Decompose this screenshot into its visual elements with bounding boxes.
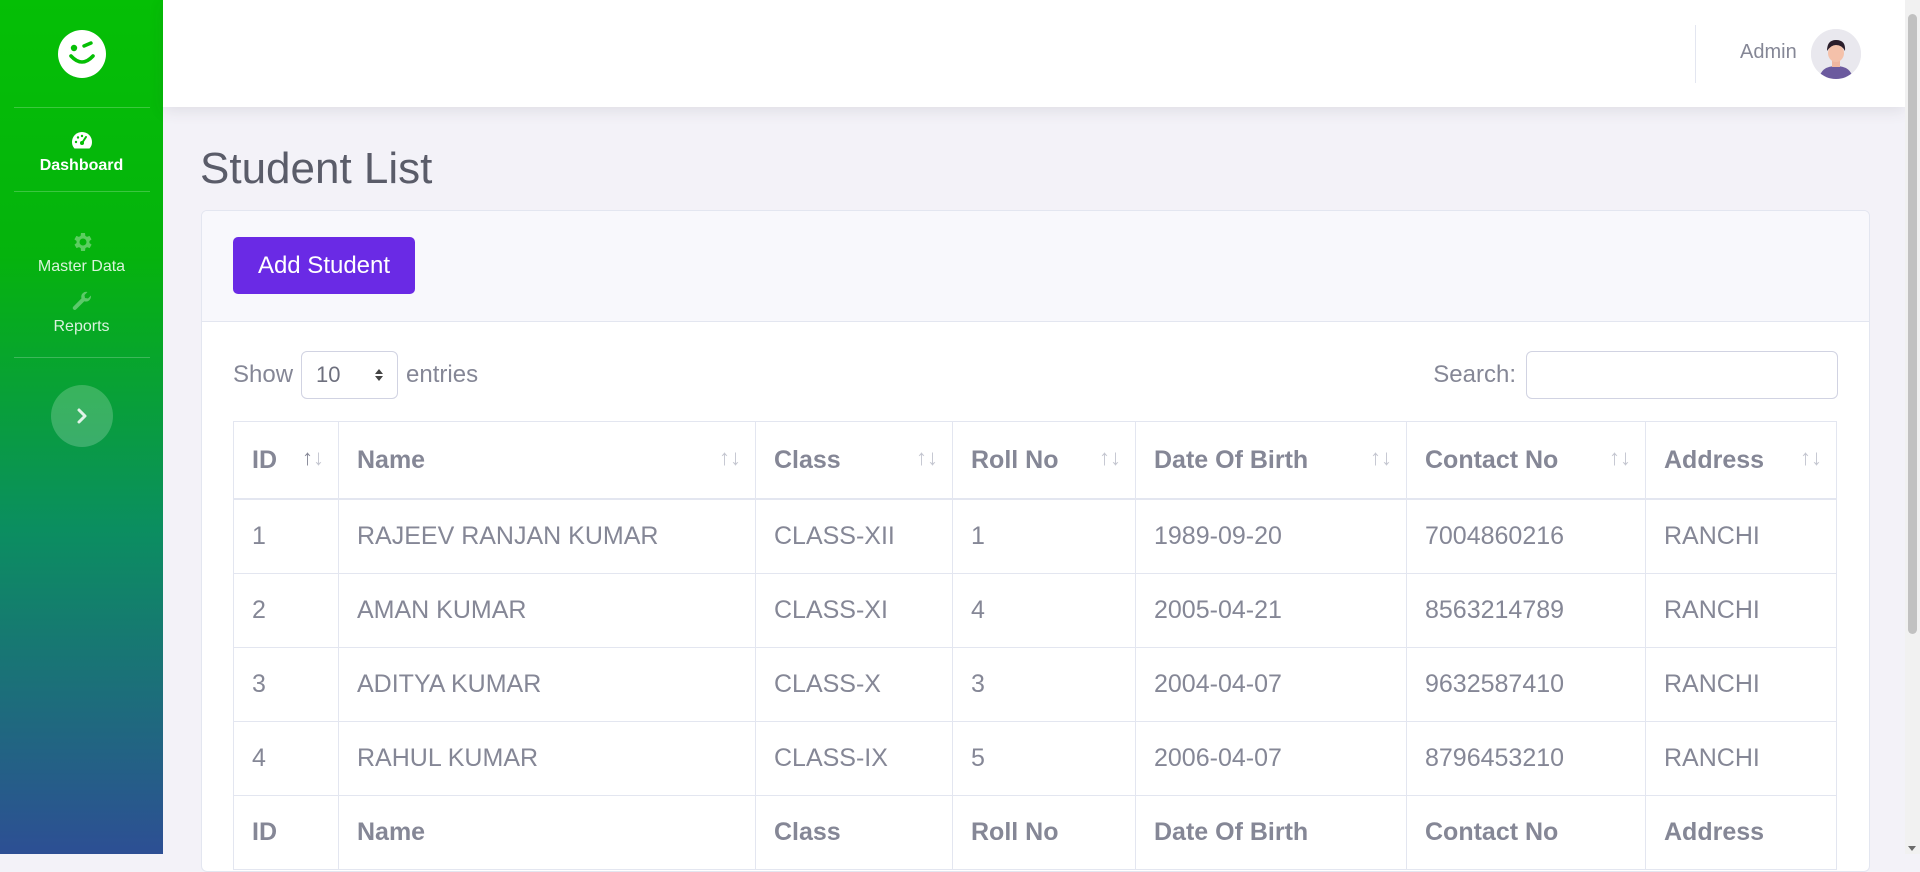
sort-icon: ↑ ↓ — [719, 445, 741, 470]
cell-name: AMAN KUMAR — [338, 573, 756, 648]
page-length-value: 10 — [316, 362, 341, 387]
table-row: 4 RAHUL KUMAR CLASS-IX 5 2006-04-07 8796… — [233, 721, 1837, 796]
cell-name: RAJEEV RANJAN KUMAR — [338, 498, 756, 574]
cell-contact-no: 8796453210 — [1406, 721, 1646, 796]
cell-roll-no: 1 — [952, 498, 1136, 574]
sidebar: Dashboard Master Data Reports — [0, 0, 163, 854]
footer-id: ID — [233, 795, 339, 870]
cell-address: RANCHI — [1645, 647, 1837, 722]
table-row: 1 RAJEEV RANJAN KUMAR CLASS-XII 1 1989-0… — [233, 498, 1837, 574]
card-header: Add Student — [202, 211, 1869, 322]
sort-icon: ↑ ↓ — [1609, 445, 1631, 470]
search-input[interactable] — [1526, 351, 1838, 399]
cell-contact-no: 7004860216 — [1406, 498, 1646, 574]
topbar-divider — [1695, 25, 1696, 83]
chevron-right-icon — [77, 408, 86, 424]
table-row: 2 AMAN KUMAR CLASS-XI 4 2005-04-21 85632… — [233, 573, 1837, 648]
sidebar-divider — [13, 357, 150, 358]
page-scrollbar[interactable] — [1905, 0, 1920, 854]
cell-address: RANCHI — [1645, 573, 1837, 648]
select-arrows-icon — [375, 369, 384, 381]
search-label: Search: — [1433, 361, 1516, 388]
footer-roll-no: Roll No — [952, 795, 1136, 870]
cell-roll-no: 3 — [952, 647, 1136, 722]
cell-class: CLASS-XI — [755, 573, 953, 648]
wrench-icon — [72, 291, 91, 310]
sort-icon: ↑ ↓ — [1800, 445, 1822, 470]
student-table: ID ↑ ↓ Name ↑ ↓ Class ↑ ↓ Roll No ↑ ↓ Date Of Bi… — [233, 421, 1837, 870]
cell-name: ADITYA KUMAR — [338, 647, 756, 722]
table-footer-row: ID Name Class Roll No Date Of Birth Cont… — [233, 795, 1837, 870]
sidebar-item-reports[interactable]: Reports — [0, 290, 163, 357]
column-header-name[interactable]: Name ↑ ↓ — [338, 421, 756, 500]
sidebar-item-label: Master Data — [37, 258, 126, 275]
cell-address: RANCHI — [1645, 498, 1837, 574]
cell-id: 3 — [233, 647, 339, 722]
cell-date-of-birth: 2006-04-07 — [1135, 721, 1407, 796]
student-list-card: Add Student Show 10 entries Search: ID ↑ ↓… — [201, 210, 1870, 872]
cell-name: RAHUL KUMAR — [338, 721, 756, 796]
cell-date-of-birth: 1989-09-20 — [1135, 498, 1407, 574]
cell-class: CLASS-XII — [755, 498, 953, 574]
sidebar-item-master-data[interactable]: Master Data — [0, 192, 163, 290]
column-header-date-of-birth[interactable]: Date Of Birth ↑ ↓ — [1135, 421, 1407, 500]
table-header-row: ID ↑ ↓ Name ↑ ↓ Class ↑ ↓ Roll No ↑ ↓ Date Of Bi… — [233, 421, 1837, 500]
footer-date-of-birth: Date Of Birth — [1135, 795, 1407, 870]
column-header-id[interactable]: ID ↑ ↓ — [233, 421, 339, 500]
footer-address: Address — [1645, 795, 1837, 870]
scroll-down-arrow-icon[interactable] — [1908, 846, 1916, 851]
column-header-roll-no[interactable]: Roll No ↑ ↓ — [952, 421, 1136, 500]
cell-date-of-birth: 2004-04-07 — [1135, 647, 1407, 722]
footer-name: Name — [338, 795, 756, 870]
sidebar-toggle-button[interactable] — [50, 385, 113, 447]
column-header-class[interactable]: Class ↑ ↓ — [755, 421, 953, 500]
cell-id: 4 — [233, 721, 339, 796]
table-row: 3 ADITYA KUMAR CLASS-X 3 2004-04-07 9632… — [233, 647, 1837, 722]
cell-contact-no: 8563214789 — [1406, 573, 1646, 648]
page-length-select[interactable]: 10 — [301, 351, 399, 399]
avatar[interactable] — [1811, 29, 1861, 79]
sort-icon: ↑ ↓ — [1099, 445, 1121, 470]
gear-icon — [73, 233, 92, 251]
cell-roll-no: 5 — [952, 721, 1136, 796]
tachometer-icon — [71, 131, 92, 148]
sidebar-item-dashboard[interactable]: Dashboard — [0, 108, 163, 191]
smiley-logo-icon — [57, 29, 106, 78]
cell-class: CLASS-IX — [755, 721, 953, 796]
cell-address: RANCHI — [1645, 721, 1837, 796]
sidebar-item-label: Dashboard — [39, 156, 124, 174]
footer-class: Class — [755, 795, 953, 870]
footer-contact-no: Contact No — [1406, 795, 1646, 870]
cell-roll-no: 4 — [952, 573, 1136, 648]
user-name[interactable]: Admin — [1740, 41, 1797, 64]
sort-icon: ↑ ↓ — [916, 445, 938, 470]
cell-class: CLASS-X — [755, 647, 953, 722]
user-avatar-icon — [1811, 29, 1861, 79]
scrollbar-thumb[interactable] — [1908, 14, 1917, 634]
sidebar-item-label: Reports — [53, 318, 110, 335]
topbar: Admin — [163, 0, 1905, 107]
sort-icon: ↑ ↓ — [1370, 445, 1392, 470]
page-length-control: Show 10 entries — [233, 351, 478, 399]
entries-label: entries — [406, 361, 479, 388]
column-header-address[interactable]: Address ↑ ↓ — [1645, 421, 1837, 500]
cell-id: 1 — [233, 498, 339, 574]
cell-date-of-birth: 2005-04-21 — [1135, 573, 1407, 648]
cell-contact-no: 9632587410 — [1406, 647, 1646, 722]
add-student-button[interactable]: Add Student — [233, 237, 415, 294]
sort-asc-icon: ↑ ↓ — [302, 445, 324, 470]
table-search: Search: — [1433, 351, 1838, 399]
page-title: Student List — [200, 144, 433, 193]
brand-logo[interactable] — [0, 0, 163, 107]
show-label: Show — [233, 361, 294, 388]
column-header-contact-no[interactable]: Contact No ↑ ↓ — [1406, 421, 1646, 500]
cell-id: 2 — [233, 573, 339, 648]
